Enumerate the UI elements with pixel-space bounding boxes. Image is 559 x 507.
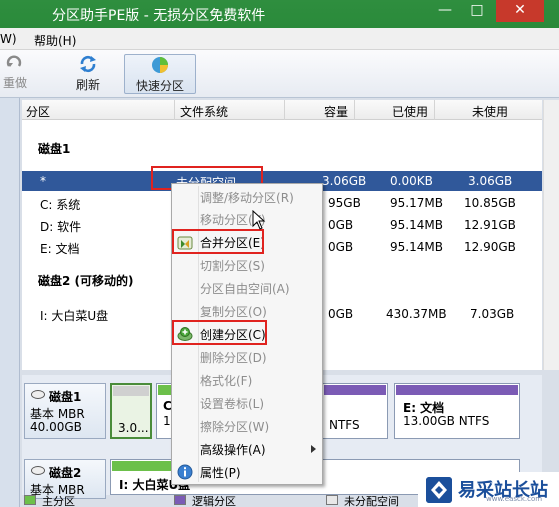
toolbar: 重做 刷新 快速分区 xyxy=(0,50,559,98)
cell-name: E: 文档 xyxy=(40,242,80,256)
cell-free: 12.91GB xyxy=(464,218,516,232)
legend-primary: 主分区 xyxy=(42,495,75,507)
block-fs: NTFS xyxy=(329,418,360,432)
menu-wizard[interactable]: W) xyxy=(0,32,17,46)
maximize-button[interactable]: □ xyxy=(462,0,492,22)
quick-partition-button[interactable]: 快速分区 xyxy=(124,54,196,94)
cell-free: 3.06GB xyxy=(468,174,513,188)
disk1-info[interactable]: 磁盘1 基本 MBR 40.00GB xyxy=(24,383,106,439)
redo-label: 重做 xyxy=(2,76,27,90)
close-button[interactable]: ✕ xyxy=(496,0,544,22)
legend-logical: 逻辑分区 xyxy=(192,495,236,507)
redo-button[interactable]: 重做 xyxy=(0,54,30,94)
cell-used: 95.17MB xyxy=(390,196,443,210)
group-disk2: 磁盘2 (可移动的) xyxy=(38,274,134,288)
submenu-arrow-icon xyxy=(311,445,316,453)
col-capacity[interactable]: 容量 xyxy=(324,103,348,120)
cell-used: 95.14MB xyxy=(390,218,443,232)
usage-bar xyxy=(396,385,518,395)
info-icon xyxy=(177,464,193,480)
highlight-box xyxy=(172,229,264,254)
watermark-url: www.easck.com xyxy=(486,495,543,503)
minimize-button[interactable]: — xyxy=(430,0,460,22)
group-disk1: 磁盘1 xyxy=(38,142,71,156)
col-divider xyxy=(284,100,285,120)
quick-partition-label: 快速分区 xyxy=(135,79,184,93)
col-partition[interactable]: 分区 xyxy=(26,103,50,120)
cell-name: * xyxy=(40,174,46,188)
cell-name: C: 系统 xyxy=(40,198,81,212)
col-divider xyxy=(354,100,355,120)
quick-partition-icon xyxy=(152,57,168,73)
title-bar: 分区助手PE版 - 无损分区免费软件 — □ ✕ xyxy=(0,0,559,28)
block-size: 13.00GB NTFS xyxy=(403,414,490,428)
legend-unallocated: 未分配空间 xyxy=(344,495,399,507)
cell-used: 430.37MB xyxy=(386,307,447,321)
refresh-button[interactable]: 刷新 xyxy=(70,54,106,94)
block-label: 3.0... xyxy=(118,421,149,435)
cell-used: 0.00KB xyxy=(390,174,433,188)
cell-capacity: 0GB xyxy=(328,307,354,321)
cell-capacity: 0GB xyxy=(328,240,354,254)
disk1-name: 磁盘1 xyxy=(49,390,82,404)
legend-swatch-logical xyxy=(174,495,186,505)
window-title: 分区助手PE版 - 无损分区免费软件 xyxy=(52,8,266,24)
cell-free: 7.03GB xyxy=(470,307,515,321)
legend-swatch-unallocated xyxy=(326,495,338,505)
refresh-label: 刷新 xyxy=(75,78,100,92)
disk2-name: 磁盘2 xyxy=(49,466,82,480)
col-divider xyxy=(434,100,435,120)
cell-free: 10.85GB xyxy=(464,196,516,210)
partition-block-e[interactable]: E: 文档 13.00GB NTFS xyxy=(394,383,520,439)
vertical-scrollbar[interactable] xyxy=(543,100,559,370)
disk-icon xyxy=(31,390,45,399)
cell-name: D: 软件 xyxy=(40,220,82,234)
disk1-size: 40.00GB xyxy=(30,420,82,434)
cell-capacity: 95GB xyxy=(328,196,361,210)
legend-swatch-primary xyxy=(24,495,36,505)
menu-help[interactable]: 帮助(H) xyxy=(34,32,76,49)
cell-free: 12.90GB xyxy=(464,240,516,254)
col-divider xyxy=(174,100,175,120)
menu-bar: W) 帮助(H) xyxy=(0,28,559,50)
col-used[interactable]: 已使用 xyxy=(392,103,428,120)
cell-name: I: 大白菜U盘 xyxy=(40,309,109,323)
block-size: 1 xyxy=(163,414,171,428)
watermark: 易采站长站 www.easck.com xyxy=(418,472,559,507)
table-header: 分区 文件系统 容量 已使用 未使用 xyxy=(22,100,542,120)
refresh-icon xyxy=(80,55,96,73)
disk-icon xyxy=(31,466,45,475)
mouse-cursor-icon xyxy=(252,210,266,230)
cell-used: 95.14MB xyxy=(390,240,443,254)
usage-bar xyxy=(324,385,386,395)
partition-block-d[interactable]: NTFS xyxy=(322,383,388,439)
highlight-box xyxy=(172,320,267,345)
redo-icon xyxy=(6,55,22,67)
partition-block-unallocated[interactable]: 3.0... xyxy=(110,383,152,439)
col-filesystem[interactable]: 文件系统 xyxy=(180,103,228,120)
left-panel-strip xyxy=(0,98,20,507)
usage-bar xyxy=(113,386,149,396)
watermark-logo-icon xyxy=(426,477,452,503)
cell-capacity: 3.06GB xyxy=(322,174,367,188)
cell-capacity: 0GB xyxy=(328,218,354,232)
col-free[interactable]: 未使用 xyxy=(472,103,508,120)
